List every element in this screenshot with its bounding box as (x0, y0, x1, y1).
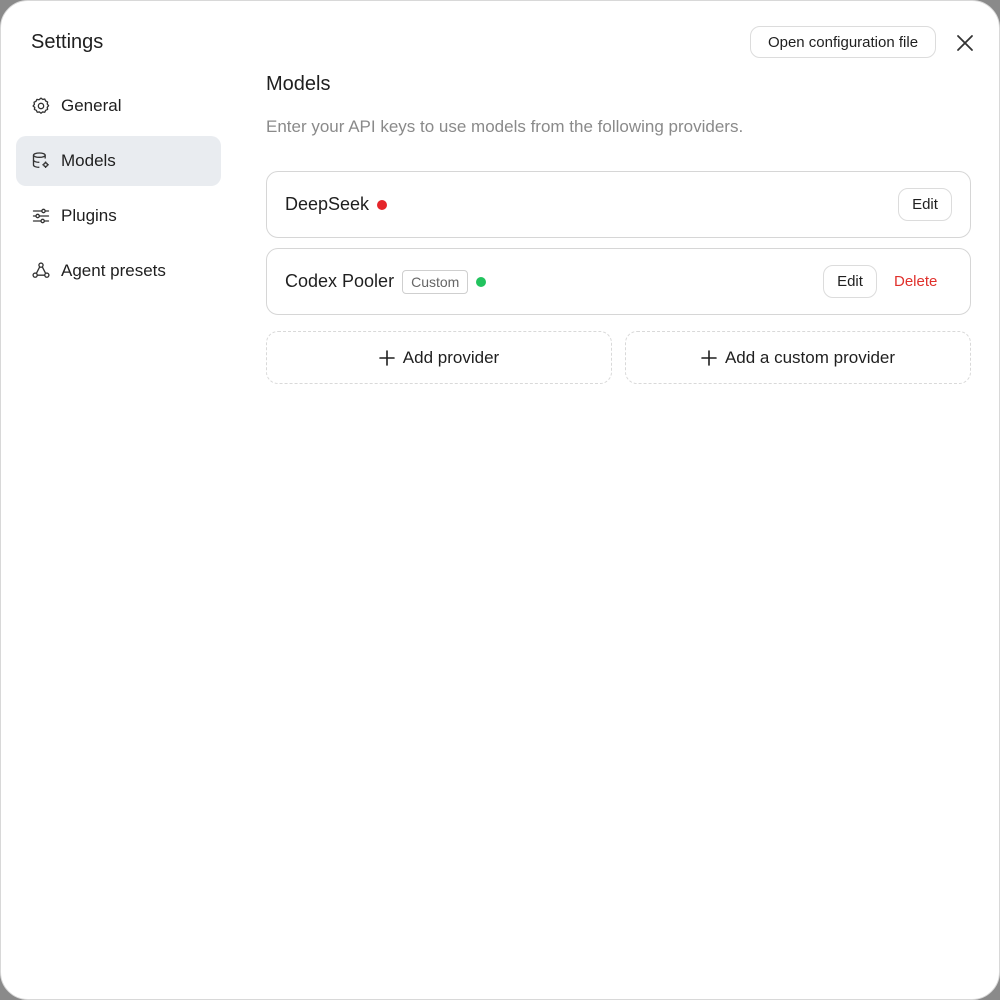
provider-card-codex-pooler: Codex Pooler Custom Edit Delete (266, 248, 971, 315)
custom-badge: Custom (402, 269, 469, 294)
edit-button[interactable]: Edit (898, 188, 952, 221)
sidebar-item-label: General (61, 96, 122, 115)
provider-name: DeepSeek (285, 194, 370, 214)
close-icon (957, 35, 973, 51)
sidebar-item-label: Plugins (61, 206, 117, 225)
provider-name: Codex Pooler (285, 271, 395, 291)
sliders-icon (30, 205, 52, 227)
close-button[interactable] (953, 31, 977, 55)
status-dot-ok (476, 276, 487, 287)
settings-dialog: Settings Open configuration file General (0, 0, 1000, 1000)
gear-icon (30, 95, 52, 117)
dialog-title: Settings (31, 31, 104, 53)
sidebar-item-general[interactable]: General (16, 81, 221, 131)
sidebar-item-agent-presets[interactable]: Agent presets (16, 246, 221, 296)
add-custom-provider-label: Add a custom provider (724, 347, 896, 367)
section-title: Models (266, 73, 331, 95)
section-description: Enter your API keys to use models from t… (266, 117, 744, 136)
agent-network-icon (30, 260, 52, 282)
plus-icon (378, 349, 395, 366)
open-configuration-file-button[interactable]: Open configuration file (750, 26, 936, 58)
plus-icon (701, 349, 717, 366)
delete-button[interactable]: Delete (894, 265, 937, 298)
add-provider-button[interactable]: Add provider (266, 331, 612, 384)
edit-button[interactable]: Edit (823, 265, 877, 298)
provider-card-deepseek: DeepSeek Edit (266, 171, 971, 238)
sidebar-item-plugins[interactable]: Plugins (16, 191, 221, 241)
database-icon (30, 150, 52, 172)
sidebar-item-models[interactable]: Models (16, 136, 221, 186)
sidebar-item-label: Agent presets (61, 261, 166, 280)
add-provider-label: Add provider (402, 347, 500, 367)
status-dot-error (377, 199, 388, 210)
add-custom-provider-button[interactable]: Add a custom provider (625, 331, 971, 384)
sidebar-item-label: Models (61, 151, 116, 170)
